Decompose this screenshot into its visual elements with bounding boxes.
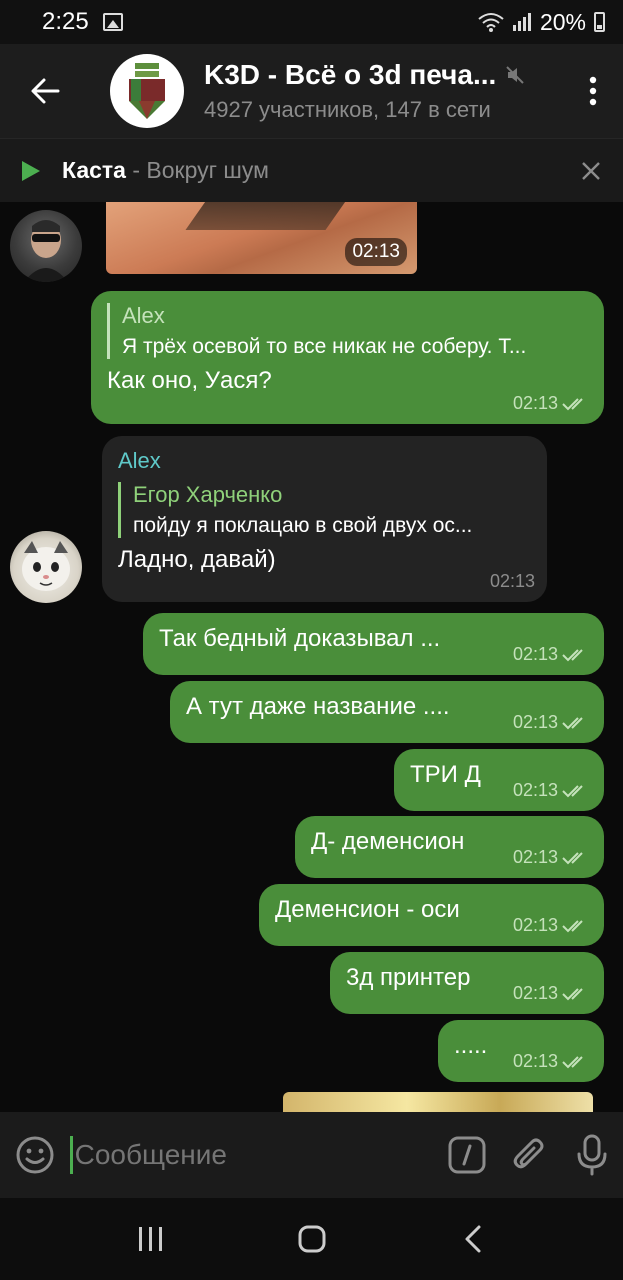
outgoing-message[interactable]: ТРИ Д 02:13: [394, 749, 604, 811]
photo-message[interactable]: [283, 1092, 593, 1112]
message-meta: 02:13: [513, 712, 592, 733]
message-time: 02:13: [512, 393, 558, 413]
outgoing-message[interactable]: Так бедный доказывал ... 02:13: [143, 613, 604, 675]
message-text: Ладно, давай): [118, 546, 276, 573]
double-check-icon: [562, 919, 583, 932]
more-options-button[interactable]: [563, 44, 623, 138]
audio-player-bar[interactable]: Каста - Вокруг шум: [0, 138, 623, 202]
message-time: 02:13: [489, 571, 535, 591]
battery-percent: 20%: [539, 8, 586, 35]
double-check-icon: [562, 1055, 583, 1068]
signal-icon: [512, 13, 531, 31]
chat-title-block[interactable]: K3D - Всё о 3d печа... 4927 участников, …: [204, 59, 563, 123]
outgoing-message[interactable]: ..... 02:13: [438, 1020, 604, 1082]
message-time: 02:13: [512, 1051, 558, 1071]
play-icon[interactable]: [22, 160, 40, 181]
group-avatar[interactable]: [110, 54, 184, 128]
double-check-icon: [562, 784, 583, 797]
photo-message[interactable]: 02:13: [106, 202, 417, 274]
reply-quote[interactable]: Егор Харченко пойду я поклацаю в свой дв…: [118, 482, 531, 538]
audio-artist: Каста: [62, 157, 126, 183]
avatar[interactable]: [10, 531, 82, 603]
chat-title-text: K3D - Всё о 3d печа...: [204, 59, 497, 90]
back-nav-icon: [465, 1225, 480, 1253]
message-meta: 02:13: [513, 983, 592, 1004]
message-time: 02:13: [512, 915, 558, 935]
message-time: 02:13: [345, 238, 407, 266]
message-meta: 02:13: [513, 393, 592, 414]
command-slash-icon: [448, 1136, 486, 1174]
double-check-icon: [562, 397, 583, 410]
reply-text: Я трёх осевой то все никак не соберу. Т.…: [122, 335, 527, 358]
status-bar: 2:25 20%: [0, 0, 623, 44]
home-icon: [298, 1225, 325, 1253]
home-button[interactable]: [282, 1209, 342, 1269]
message-meta: 02:13: [513, 915, 592, 936]
chat-title: K3D - Всё о 3d печа...: [204, 59, 563, 91]
back-nav-button[interactable]: [443, 1209, 503, 1269]
microphone-icon: [577, 1134, 607, 1176]
message-time: 02:13: [512, 983, 558, 1003]
double-check-icon: [562, 987, 583, 1000]
back-arrow-icon: [31, 78, 60, 104]
message-meta: 02:13: [513, 780, 592, 801]
outgoing-message[interactable]: 3д принтер 02:13: [330, 952, 604, 1014]
reply-author: Alex: [122, 303, 165, 328]
recents-icon: [138, 1227, 162, 1251]
recents-button[interactable]: [121, 1209, 181, 1269]
outgoing-message[interactable]: Alex Я трёх осевой то все никак не собер…: [91, 291, 604, 424]
message-time: 02:13: [512, 780, 558, 800]
incoming-message[interactable]: Alex Егор Харченко пойду я поклацаю в св…: [102, 436, 547, 602]
message-time: 02:13: [512, 712, 558, 732]
reply-author: Егор Харченко: [133, 482, 283, 507]
message-meta: 02:13: [490, 571, 535, 592]
message-time: 02:13: [512, 847, 558, 867]
outgoing-message[interactable]: А тут даже название .... 02:13: [170, 681, 604, 743]
audio-track: Вокруг шум: [146, 157, 269, 183]
message-meta: 02:13: [513, 847, 592, 868]
text-caret: [70, 1136, 73, 1174]
emoji-button[interactable]: [0, 1112, 70, 1198]
system-nav-bar: [0, 1198, 623, 1280]
voice-record-button[interactable]: [561, 1112, 623, 1198]
close-audio-button[interactable]: [573, 153, 609, 189]
message-meta: 02:13: [513, 1051, 592, 1072]
avatar[interactable]: [10, 210, 82, 282]
close-icon: [582, 162, 600, 180]
message-time: 02:13: [512, 644, 558, 664]
attach-button[interactable]: [498, 1112, 560, 1198]
message-text: Как оно, Уася?: [107, 367, 272, 394]
message-list[interactable]: 02:13 Alex Я трёх осевой то все никак не…: [0, 202, 623, 1112]
outgoing-message[interactable]: Д- деменсион 02:13: [295, 816, 604, 878]
message-meta: 02:13: [513, 644, 592, 665]
reply-text: пойду я поклацаю в свой двух ос...: [133, 514, 473, 537]
gallery-icon: [102, 13, 123, 31]
message-input[interactable]: [74, 1139, 436, 1171]
double-check-icon: [562, 648, 583, 661]
sender-name[interactable]: Alex: [118, 448, 531, 474]
status-time: 2:25: [42, 8, 89, 35]
double-check-icon: [562, 851, 583, 864]
audio-separator: -: [125, 157, 147, 183]
more-vert-icon: [589, 76, 597, 106]
wifi-icon: [478, 13, 504, 32]
status-indicators: 20%: [478, 9, 605, 36]
bot-commands-button[interactable]: [436, 1112, 498, 1198]
back-button[interactable]: [0, 44, 90, 138]
message-composer: [0, 1112, 623, 1198]
battery-icon: [594, 12, 605, 32]
outgoing-message[interactable]: Деменсион - оси 02:13: [259, 884, 604, 946]
paperclip-icon: [514, 1138, 544, 1169]
emoji-icon: [16, 1136, 54, 1174]
double-check-icon: [562, 716, 583, 729]
chat-header: K3D - Всё о 3d печа... 4927 участников, …: [0, 44, 623, 138]
mute-icon: [506, 66, 525, 84]
reply-quote[interactable]: Alex Я трёх осевой то все никак не собер…: [107, 303, 588, 359]
chat-subtitle: 4927 участников, 147 в сети: [204, 97, 491, 122]
nozzle-logo-icon: [129, 63, 165, 119]
audio-track-info: Каста - Вокруг шум: [62, 157, 269, 184]
